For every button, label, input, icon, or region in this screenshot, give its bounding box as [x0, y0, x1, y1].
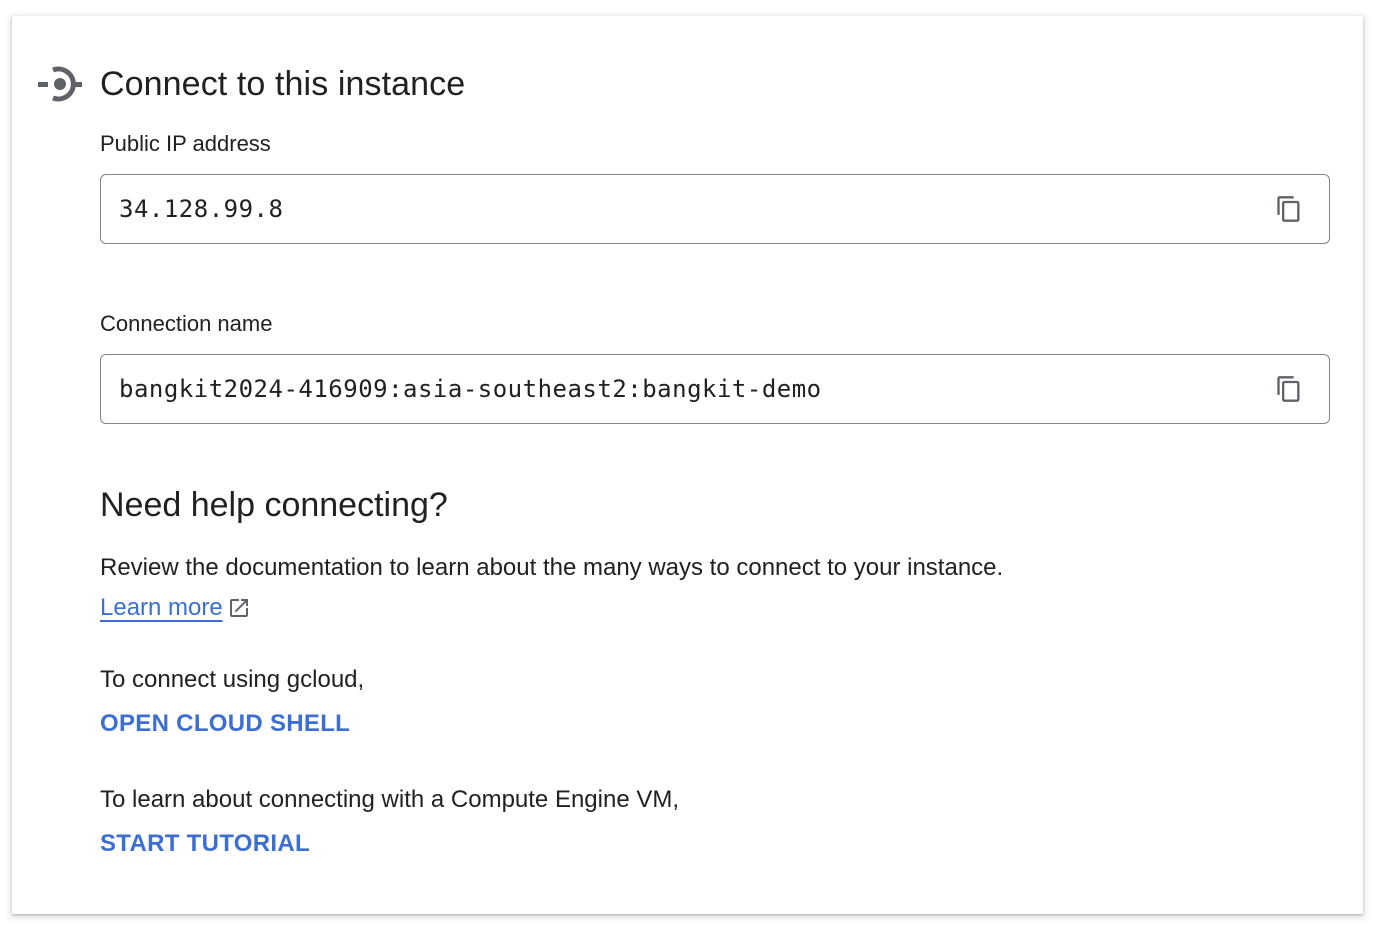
- public-ip-field[interactable]: 34.128.99.8: [100, 174, 1330, 244]
- gcloud-instruction: To connect using gcloud,: [100, 666, 365, 693]
- public-ip-label: Public IP address: [100, 131, 271, 156]
- connect-instance-card: Connect to this instance Public IP addre…: [12, 16, 1363, 914]
- copy-connection-name-button[interactable]: [1271, 371, 1307, 407]
- public-ip-value[interactable]: 34.128.99.8: [119, 195, 283, 223]
- page-title: Connect to this instance: [100, 65, 466, 103]
- connection-name-label: Connection name: [100, 311, 273, 336]
- copy-icon: [1277, 196, 1300, 222]
- learn-more-link[interactable]: Learn more: [100, 592, 251, 624]
- help-description: Review the documentation to learn about …: [100, 554, 1004, 581]
- vm-instruction: To learn about connecting with a Compute…: [100, 786, 680, 813]
- learn-more-label[interactable]: Learn more: [100, 592, 223, 624]
- connection-name-value[interactable]: bangkit2024-416909:asia-southeast2:bangk…: [119, 375, 822, 403]
- open-in-new-icon: [227, 596, 251, 620]
- copy-icon: [1277, 376, 1300, 402]
- copy-public-ip-button[interactable]: [1271, 191, 1307, 227]
- open-cloud-shell-button[interactable]: OPEN CLOUD SHELL: [100, 708, 350, 740]
- card-header: Connect to this instance: [36, 60, 465, 108]
- help-heading: Need help connecting?: [100, 486, 448, 524]
- connection-icon: [36, 60, 84, 108]
- start-tutorial-button[interactable]: START TUTORIAL: [100, 828, 310, 860]
- connection-name-field[interactable]: bangkit2024-416909:asia-southeast2:bangk…: [100, 354, 1330, 424]
